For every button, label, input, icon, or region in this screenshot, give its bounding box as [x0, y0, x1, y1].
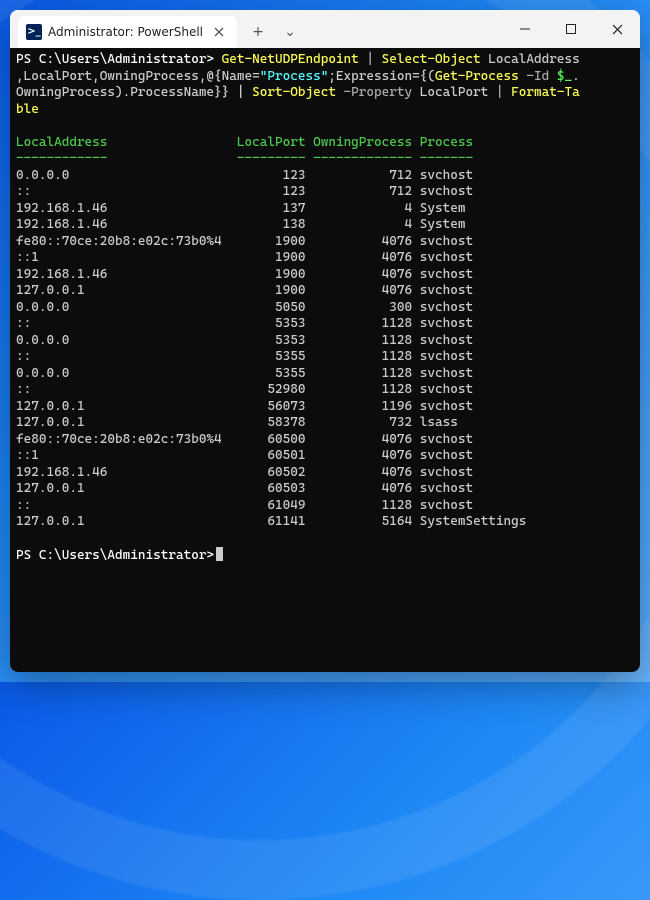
tab-dropdown-button[interactable]: ⌄	[275, 18, 305, 46]
terminal-body[interactable]: PS C:\Users\Administrator> Get-NetUDPEnd…	[10, 48, 640, 672]
tab-close-icon[interactable]	[209, 22, 229, 42]
close-window-button[interactable]	[594, 13, 640, 45]
tab-powershell[interactable]: >_ Administrator: PowerShell	[18, 16, 237, 48]
maximize-button[interactable]	[548, 13, 594, 45]
new-tab-button[interactable]: +	[243, 18, 273, 46]
terminal-window: >_ Administrator: PowerShell + ⌄	[10, 10, 640, 672]
minimize-button[interactable]	[502, 13, 548, 45]
terminal-output: PS C:\Users\Administrator> Get-NetUDPEnd…	[16, 52, 634, 565]
powershell-icon: >_	[26, 24, 42, 40]
tab-title-text: Administrator: PowerShell	[48, 25, 203, 39]
tab-strip: + ⌄	[237, 16, 640, 48]
window-controls	[502, 13, 640, 51]
titlebar: >_ Administrator: PowerShell + ⌄	[10, 10, 640, 48]
